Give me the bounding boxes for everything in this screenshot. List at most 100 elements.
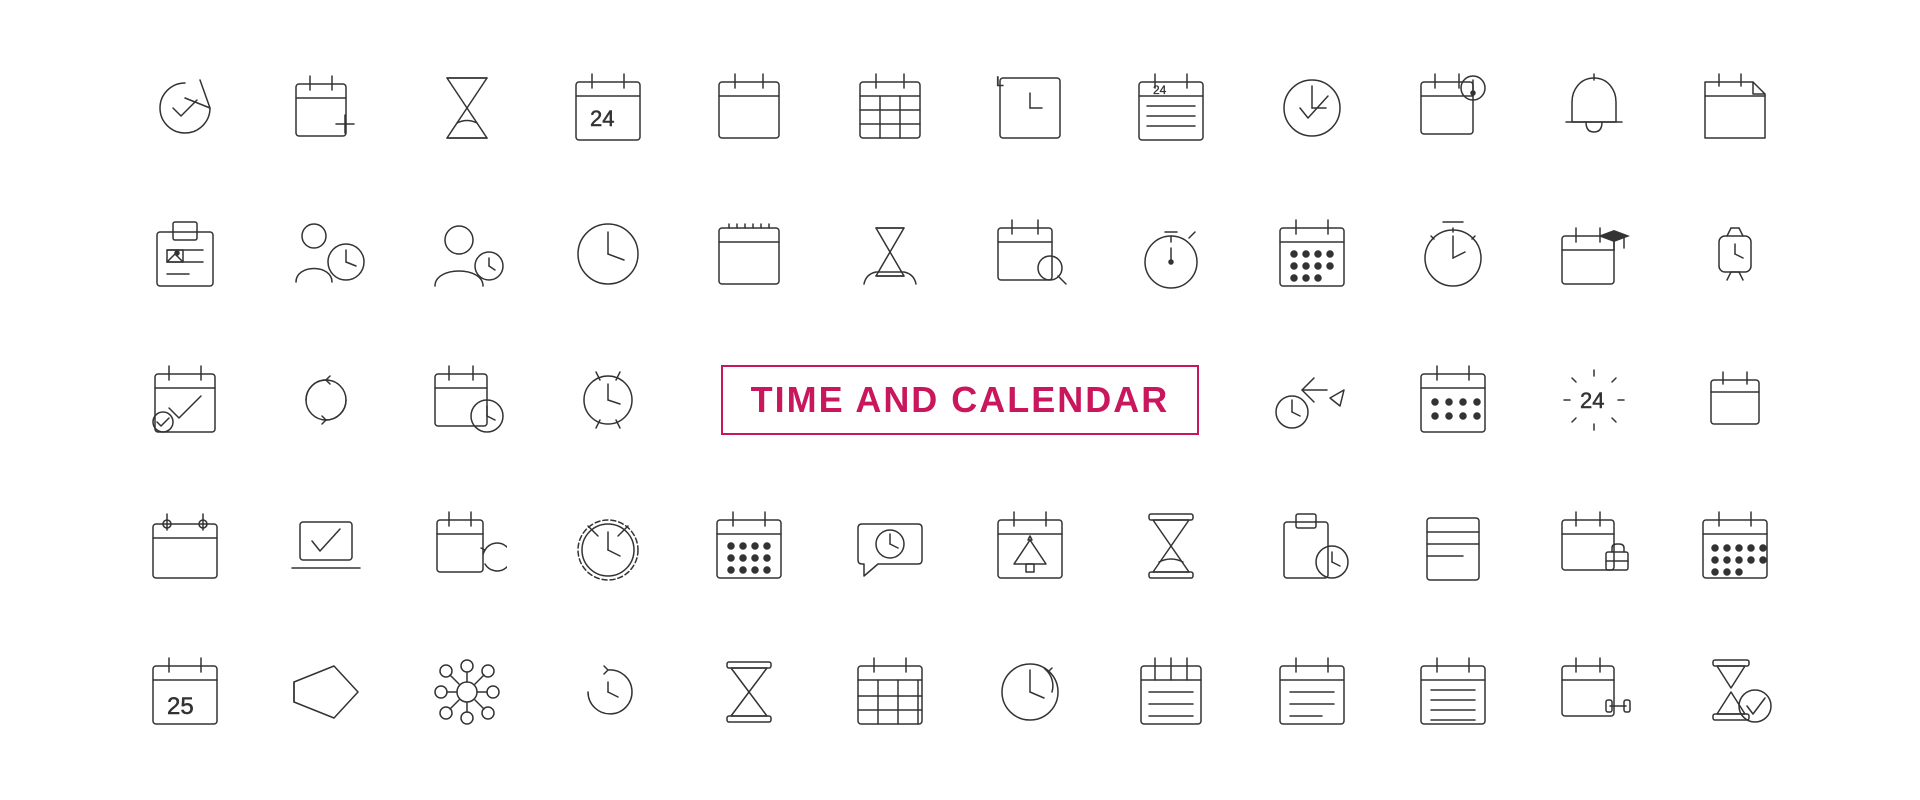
- calendar-24b-icon-cell: 24: [1106, 40, 1237, 176]
- hourglass2-icon: [1131, 506, 1211, 586]
- label-icon: [286, 652, 366, 732]
- notepad-icon-cell: [1387, 478, 1518, 614]
- svg-text:24: 24: [1153, 83, 1167, 97]
- calendar-list-icon: [1413, 360, 1493, 440]
- calendar-check-icon: [145, 360, 225, 440]
- timer-icon: [1413, 214, 1493, 294]
- calendar-blank-icon: [709, 68, 789, 148]
- clipboard-image-icon: [145, 214, 225, 294]
- smartwatch-icon-cell: [1669, 186, 1800, 322]
- hourglass2-icon-cell: [1106, 478, 1237, 614]
- main-title: TIME AND CALENDAR: [751, 379, 1170, 420]
- back-arrow-clock-icon: [1272, 360, 1352, 440]
- calendar-24b-icon: 24: [1131, 68, 1211, 148]
- calendar-25-icon-cell: 25: [120, 624, 251, 760]
- alarm-clock-icon: [568, 506, 648, 586]
- calendar-search-icon: [990, 214, 1070, 294]
- clock-check-icon-cell: [1247, 40, 1378, 176]
- person-time-icon-cell: [261, 186, 392, 322]
- laptop-check-icon: [286, 506, 366, 586]
- user-clock-icon-cell: [402, 186, 533, 322]
- calendar-grid2-icon: [850, 652, 930, 732]
- label-icon-cell: [261, 624, 392, 760]
- hourglass-hand-icon: [850, 214, 930, 294]
- timer-icon-cell: [1387, 186, 1518, 322]
- title-box: TIME AND CALENDAR: [721, 365, 1200, 435]
- calendar-spiral-icon-cell: [1106, 624, 1237, 760]
- calendar-refresh-icon: [427, 506, 507, 586]
- bell-icon-cell: [1528, 40, 1659, 176]
- svg-text:24: 24: [590, 106, 614, 131]
- hourglass-icon-cell: [402, 40, 533, 176]
- calendar-corner-icon-cell: [1669, 40, 1800, 176]
- person-time-icon: [286, 214, 366, 294]
- network-icon: [427, 652, 507, 732]
- clock-square-icon: L: [990, 68, 1070, 148]
- clock-refresh-icon-cell: [965, 624, 1096, 760]
- refresh-time-icon-cell: [542, 624, 673, 760]
- calendar-clock-icon: [427, 360, 507, 440]
- laptop-check-icon-cell: [261, 478, 392, 614]
- hourglass3-icon-cell: [683, 624, 814, 760]
- calendar-xmas-icon: [990, 506, 1070, 586]
- wall-calendar-icon-cell: [120, 478, 251, 614]
- calendar-month-icon-cell: [1247, 186, 1378, 322]
- refresh-arrows-icon-cell: [261, 332, 392, 468]
- calendar-blank-icon-cell: [683, 40, 814, 176]
- calendar-dumbbell-icon-cell: [1528, 624, 1659, 760]
- smartwatch-icon: [1695, 214, 1775, 294]
- calendar-lines-icon: [1272, 652, 1352, 732]
- calendar-corner-icon: [1695, 68, 1775, 148]
- clock-check-icon: [1272, 68, 1352, 148]
- radial-24-icon: 24: [1554, 360, 1634, 440]
- calendar-pin-icon: [1413, 68, 1493, 148]
- calendar-grad-icon-cell: [1528, 186, 1659, 322]
- refresh-time-icon: [568, 652, 648, 732]
- svg-text:L: L: [996, 73, 1004, 89]
- hourglass3-icon: [709, 652, 789, 732]
- clipboard-image-icon-cell: [120, 186, 251, 322]
- calendar-pin-icon-cell: [1387, 40, 1518, 176]
- chat-clock-icon: [850, 506, 930, 586]
- icon-grid: 24 L: [60, 20, 1860, 780]
- clipboard-time-icon: [1272, 506, 1352, 586]
- calendar-24-icon-cell: 24: [542, 40, 673, 176]
- calendar-rows-icon: [1695, 506, 1775, 586]
- calendar-24-icon: 24: [568, 68, 648, 148]
- calendar-month-icon: [1272, 214, 1352, 294]
- svg-text:25: 25: [167, 693, 194, 720]
- svg-text:24: 24: [1580, 388, 1604, 413]
- notepad-icon: [1413, 506, 1493, 586]
- refresh-check-icon: [145, 68, 225, 148]
- back-arrow-clock-icon-cell: [1247, 332, 1378, 468]
- refresh-check-icon-cell: [120, 40, 251, 176]
- calendar-strip-icon: [709, 214, 789, 294]
- small-calendar-icon-cell: [1669, 332, 1800, 468]
- user-clock-icon: [427, 214, 507, 294]
- clock-circle-icon-cell: [542, 186, 673, 322]
- calendar-dumbbell-icon: [1554, 652, 1634, 732]
- refresh-arrows-icon: [286, 360, 366, 440]
- calendar-25-icon: 25: [145, 652, 225, 732]
- small-calendar-icon: [1695, 360, 1775, 440]
- chat-clock-icon-cell: [824, 478, 955, 614]
- hourglass-icon: [427, 68, 507, 148]
- calendar-lines-icon-cell: [1247, 624, 1378, 760]
- network-icon-cell: [402, 624, 533, 760]
- calendar-search-icon-cell: [965, 186, 1096, 322]
- clock-circle-icon: [568, 214, 648, 294]
- calendar-clock-icon-cell: [402, 332, 533, 468]
- stopwatch-icon-cell: [1106, 186, 1237, 322]
- hourglass-hand-icon-cell: [824, 186, 955, 322]
- clipboard-time-icon-cell: [1247, 478, 1378, 614]
- wall-calendar-icon: [145, 506, 225, 586]
- calendar-grad-icon: [1554, 214, 1634, 294]
- stopwatch-icon: [1131, 214, 1211, 294]
- calendar-list-icon-cell: [1387, 332, 1518, 468]
- calendar-spiral-icon: [1131, 652, 1211, 732]
- calendar-more-lines-icon: [1413, 652, 1493, 732]
- hourglass-check-icon: [1695, 652, 1775, 732]
- calendar-xmas-icon-cell: [965, 478, 1096, 614]
- calendar-refresh-icon-cell: [402, 478, 533, 614]
- radial-24-icon-cell: 24: [1528, 332, 1659, 468]
